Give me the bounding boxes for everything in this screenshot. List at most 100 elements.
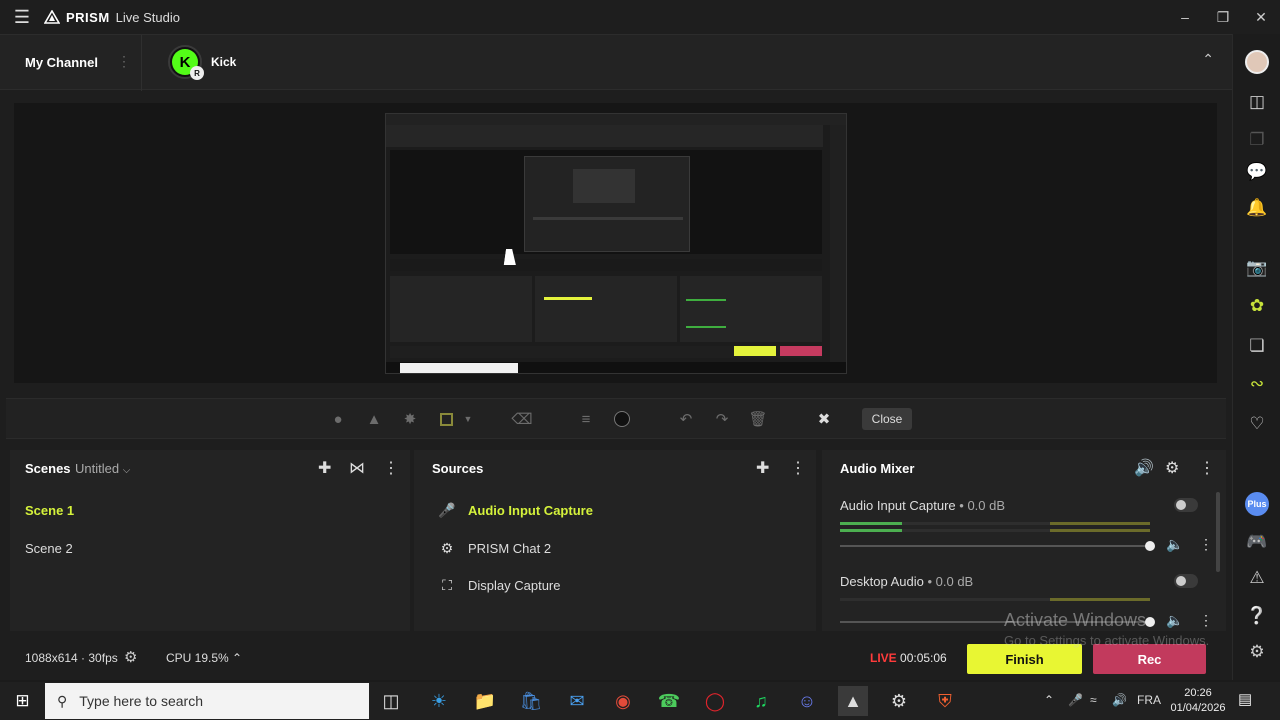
hamburger-menu-icon[interactable]: ☰ [0,0,44,34]
source-item-display-capture[interactable]: ⛶ Display Capture [438,577,560,594]
microsoft-store-icon[interactable]: 🛍 [516,686,546,716]
obs-icon[interactable]: ⚙ [884,686,914,716]
microphone-tray-icon[interactable]: 🎤 [1068,693,1083,707]
scene-collection-dropdown[interactable]: Untitled ⌵ [75,461,130,476]
pen-icon[interactable]: ● [328,409,348,429]
more-vertical-icon[interactable]: ⋮ [790,458,806,478]
heart-icon[interactable]: ♡ [1245,412,1269,436]
add-scene-icon[interactable]: ✚ [318,458,331,478]
notification-icon[interactable]: ▤ [1238,690,1252,708]
scenes-panel: Scenes Untitled ⌵ ✚ ⋈ ⋮ Scene 1 Scene 2 [10,450,410,631]
multi-window-icon[interactable]: ❏ [1245,334,1269,358]
trash-icon[interactable]: 🗑 [748,409,768,429]
divider [141,35,142,91]
chat-bubble-icon[interactable]: 💬 [1245,160,1269,184]
whatsapp-icon[interactable]: ☎ [654,686,684,716]
laser-pointer-icon[interactable]: ✸ [400,409,420,429]
close-window-icon[interactable]: ✕ [1242,0,1280,34]
close-drawing-button[interactable]: Close [862,408,912,430]
mixer-scrollbar[interactable] [1216,492,1220,572]
add-source-icon[interactable]: ✚ [756,458,769,478]
user-avatar[interactable] [1245,50,1269,74]
restore-icon[interactable]: ❐ [1204,0,1242,34]
copy-icon[interactable]: ❐ [1245,128,1269,152]
more-vertical-icon[interactable]: ⋮ [1199,612,1213,629]
chat-icon: ⚙ [440,540,454,556]
source-label: Audio Input Capture [468,503,593,518]
prism-app-window: ☰ PRISM Live Studio – ❐ ✕ My Channel ⋮ K… [0,0,1280,680]
live-label: LIVE [870,651,897,665]
mixer-toggle[interactable] [1174,498,1198,512]
more-vertical-icon[interactable]: ⋮ [383,458,399,478]
language-indicator[interactable]: FRA [1137,693,1161,707]
prism-plus-icon[interactable]: Plus [1245,492,1269,516]
chrome-icon[interactable]: ◉ [608,686,638,716]
volume-slider-knob[interactable] [1145,617,1155,627]
game-controller-icon[interactable]: 🎮 [1245,530,1269,554]
line-width-icon[interactable]: ≡ [576,409,596,429]
help-icon[interactable]: ❔ [1245,604,1269,628]
chevron-up-icon[interactable]: ⌃ [1044,693,1054,707]
bell-icon[interactable]: 🔔 [1245,196,1269,220]
search-placeholder: Type here to search [79,693,204,709]
window-controls: – ❐ ✕ [1166,0,1280,34]
more-vertical-icon[interactable]: ⋮ [117,53,131,70]
speaker-icon[interactable]: 🔈 [1166,536,1183,553]
speaker-icon[interactable]: 🔊 [1134,458,1154,478]
meter-fill [840,529,902,532]
discord-icon[interactable]: ☺ [792,686,822,716]
cpu-usage[interactable]: CPU 19.5% ⌃ [166,651,242,665]
search-icon: ⚲ [57,692,68,709]
chevron-down-icon[interactable]: ▼ [458,409,478,429]
activate-windows-watermark: Activate Windows [1004,610,1147,630]
taskbar-search-box[interactable]: ⚲ Type here to search [45,683,369,719]
shape-square-icon[interactable] [436,409,456,429]
volume-tray-icon[interactable]: 🔊 [1112,693,1127,707]
gear-icon[interactable]: ⚙ [1165,458,1179,478]
audio-mixer-panel: Audio Mixer 🔊 ⚙ ⋮ Audio Input Capture • … [822,450,1226,631]
mixer-toggle[interactable] [1174,574,1198,588]
green-effects-icon[interactable]: ✿ [1245,294,1269,318]
wifi-icon[interactable]: ≈ [1090,693,1097,707]
scene-item-1[interactable]: Scene 1 [25,503,74,518]
layout-icon[interactable]: ◫ [1245,90,1269,114]
eraser-icon[interactable]: ⌫ [511,409,532,429]
drawing-pen-icon[interactable]: ∾ [1245,372,1269,396]
hide-drawing-icon[interactable]: ✖ [814,409,834,429]
marker-icon[interactable]: ▲ [364,409,384,429]
alert-icon[interactable]: ⚠ [1245,566,1269,590]
gear-icon[interactable]: ⚙ [124,648,137,666]
scene-item-2[interactable]: Scene 2 [25,541,73,556]
drawing-toolbar: ● ▲ ✸ ▼ ⌫ ≡ ↶ ↷ 🗑 ✖ Close [6,398,1226,439]
color-picker-icon[interactable] [612,409,632,429]
rec-button[interactable]: Rec [1093,644,1206,674]
channel-name: Kick [211,55,237,69]
more-vertical-icon[interactable]: ⋮ [1199,536,1213,553]
file-explorer-icon[interactable]: 📁 [470,686,500,716]
speaker-icon[interactable]: 🔈 [1166,612,1183,629]
brave-icon[interactable]: ⛨ [930,686,960,716]
task-view-icon[interactable]: ◫ [376,686,406,716]
my-channel-title: My Channel [25,55,98,70]
finish-button[interactable]: Finish [967,644,1082,674]
camera-icon[interactable]: 📷 [1245,256,1269,280]
kick-channel-avatar[interactable]: K R [168,45,204,80]
mail-icon[interactable]: ✉ [562,686,592,716]
edge-browser-icon[interactable]: ☀ [424,686,454,716]
source-item-audio-input[interactable]: 🎤 Audio Input Capture [438,502,593,519]
chevron-up-icon[interactable]: ⌃ [1202,51,1214,68]
minimize-icon[interactable]: – [1166,0,1204,34]
more-vertical-icon[interactable]: ⋮ [1199,458,1215,478]
windows-start-icon[interactable]: ⊞ [0,682,45,720]
opera-icon[interactable]: ◯ [700,686,730,716]
settings-gear-icon[interactable]: ⚙ [1245,640,1269,664]
prism-taskbar-icon[interactable]: ▲ [838,686,868,716]
taskbar-clock[interactable]: 20:26 01/04/2026 [1168,686,1228,716]
transition-icon[interactable]: ⋈ [349,458,365,478]
volume-slider[interactable] [840,541,1155,551]
spotify-icon[interactable]: ♫ [746,686,776,716]
source-item-prism-chat[interactable]: ⚙ PRISM Chat 2 [438,540,551,557]
undo-icon[interactable]: ↶ [676,409,696,429]
redo-icon[interactable]: ↷ [712,409,732,429]
volume-slider-knob[interactable] [1145,541,1155,551]
